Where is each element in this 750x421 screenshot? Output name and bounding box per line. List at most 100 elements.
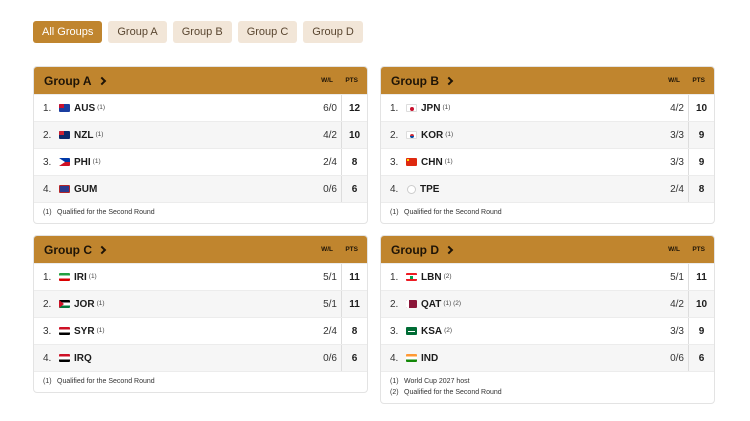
footnote-marker: (1)	[444, 157, 453, 165]
group-d-header[interactable]: Group D W/L PTS	[381, 236, 714, 263]
col-header-pts: PTS	[345, 246, 358, 253]
footnote-text: Qualified for the Second Round	[57, 378, 155, 385]
filter-group-a[interactable]: Group A	[108, 21, 167, 43]
rank: 1.	[43, 102, 52, 114]
points: 6	[341, 345, 367, 371]
footnote-marker: (1)	[92, 157, 101, 165]
filter-group-b[interactable]: Group B	[172, 21, 232, 43]
team-code: QAT	[421, 298, 442, 310]
group-b-card: Group B W/L PTS 1. JPN (1) 4/2 10 2. KOR…	[380, 66, 715, 224]
footnote-marker: (1)	[96, 299, 105, 307]
chevron-right-icon[interactable]	[97, 245, 107, 255]
footnotes: (1) Qualified for the Second Round	[381, 202, 714, 223]
win-loss: 2/4	[323, 156, 337, 168]
rank: 3.	[43, 156, 52, 168]
group-a-title[interactable]: Group A	[44, 74, 92, 88]
chevron-right-icon[interactable]	[444, 245, 454, 255]
rank: 3.	[390, 156, 399, 168]
footnote-marker: (1)	[96, 326, 105, 334]
iraq-flag-icon	[59, 354, 70, 362]
chevron-right-icon[interactable]	[97, 76, 106, 86]
footnote: (1) Qualified for the Second Round	[43, 207, 358, 218]
rank: 2.	[390, 298, 399, 310]
win-loss: 2/4	[323, 325, 337, 337]
col-header-pts: PTS	[692, 246, 705, 253]
group-a-header[interactable]: Group A W/L PTS	[34, 67, 367, 94]
footnote-mark: (2)	[390, 389, 399, 396]
points: 8	[688, 176, 714, 202]
footnote: (1) World Cup 2027 host	[390, 376, 705, 387]
col-header-wl: W/L	[321, 246, 333, 253]
standings-row: 1. IRI (1) 5/1 11	[34, 263, 367, 290]
points: 10	[688, 291, 714, 317]
philippines-flag-icon	[59, 158, 70, 166]
team-code: TPE	[420, 183, 440, 195]
win-loss: 2/4	[670, 183, 684, 195]
team-code: IRQ	[74, 352, 92, 364]
syria-flag-icon	[59, 327, 70, 335]
col-header-wl: W/L	[668, 246, 680, 253]
team-code: JPN	[421, 102, 441, 114]
win-loss: 6/0	[323, 102, 337, 114]
footnote-mark: (1)	[43, 378, 52, 385]
team-code: KOR	[421, 129, 444, 141]
col-header-pts: PTS	[692, 77, 705, 84]
rank: 1.	[43, 271, 52, 283]
chevron-right-icon[interactable]	[444, 76, 454, 86]
win-loss: 3/3	[670, 325, 684, 337]
group-d-title[interactable]: Group D	[391, 243, 439, 257]
china-flag-icon	[406, 158, 417, 166]
footnote-marker: (1)	[88, 272, 97, 280]
standings-row: 4. IRQ 0/6 6	[34, 344, 367, 371]
rank: 4.	[390, 183, 399, 195]
win-loss: 0/6	[323, 352, 337, 364]
group-c-card: Group C W/L PTS 1. IRI (1) 5/1 11 2. JOR…	[33, 235, 368, 393]
guam-flag-icon	[59, 185, 70, 193]
standings-row: 3. KSA (2) 3/3 9	[381, 317, 714, 344]
team-code: NZL	[74, 129, 94, 141]
standings-row: 1. LBN (2) 5/1 11	[381, 263, 714, 290]
filter-group-d[interactable]: Group D	[303, 21, 363, 43]
group-filter-bar: All Groups Group A Group B Group C Group…	[33, 21, 363, 43]
team-code: GUM	[74, 183, 98, 195]
chinese-taipei-flag-icon	[407, 184, 416, 194]
saudi-arabia-flag-icon	[406, 327, 417, 335]
rank: 1.	[390, 271, 399, 283]
footnote-marker: (2)	[443, 272, 452, 280]
win-loss: 5/1	[323, 271, 337, 283]
filter-group-c[interactable]: Group C	[237, 21, 298, 43]
footnote-text: World Cup 2027 host	[404, 378, 470, 385]
footnote-mark: (1)	[43, 209, 52, 216]
points: 9	[688, 122, 714, 148]
group-a-card: Group A W/L PTS 1. AUS (1) 6/0 12 2. NZL…	[33, 66, 368, 224]
win-loss: 3/3	[670, 129, 684, 141]
filter-all-groups[interactable]: All Groups	[33, 21, 103, 43]
win-loss: 4/2	[670, 298, 684, 310]
rank: 4.	[43, 352, 52, 364]
win-loss: 4/2	[670, 102, 684, 114]
points: 9	[688, 318, 714, 344]
lebanon-flag-icon	[406, 273, 417, 281]
new-zealand-flag-icon	[59, 131, 70, 139]
group-c-header[interactable]: Group C W/L PTS	[34, 236, 367, 263]
standings-row: 3. CHN (1) 3/3 9	[381, 148, 714, 175]
rank: 4.	[43, 183, 52, 195]
group-b-title[interactable]: Group B	[391, 74, 439, 88]
standings-row: 2. KOR (1) 3/3 9	[381, 121, 714, 148]
team-code: PHI	[74, 156, 91, 168]
team-code: LBN	[421, 271, 442, 283]
win-loss: 0/6	[670, 352, 684, 364]
footnote-marker: (1)	[445, 130, 454, 138]
qatar-flag-icon	[406, 300, 417, 308]
points: 10	[341, 122, 367, 148]
rank: 2.	[43, 129, 52, 141]
points: 8	[341, 318, 367, 344]
footnote-text: Qualified for the Second Round	[404, 389, 502, 396]
standings-row: 1. JPN (1) 4/2 10	[381, 94, 714, 121]
win-loss: 4/2	[323, 129, 337, 141]
group-c-title[interactable]: Group C	[44, 243, 92, 257]
standings-row: 4. IND 0/6 6	[381, 344, 714, 371]
points: 9	[688, 149, 714, 175]
group-b-header[interactable]: Group B W/L PTS	[381, 67, 714, 94]
points: 6	[341, 176, 367, 202]
